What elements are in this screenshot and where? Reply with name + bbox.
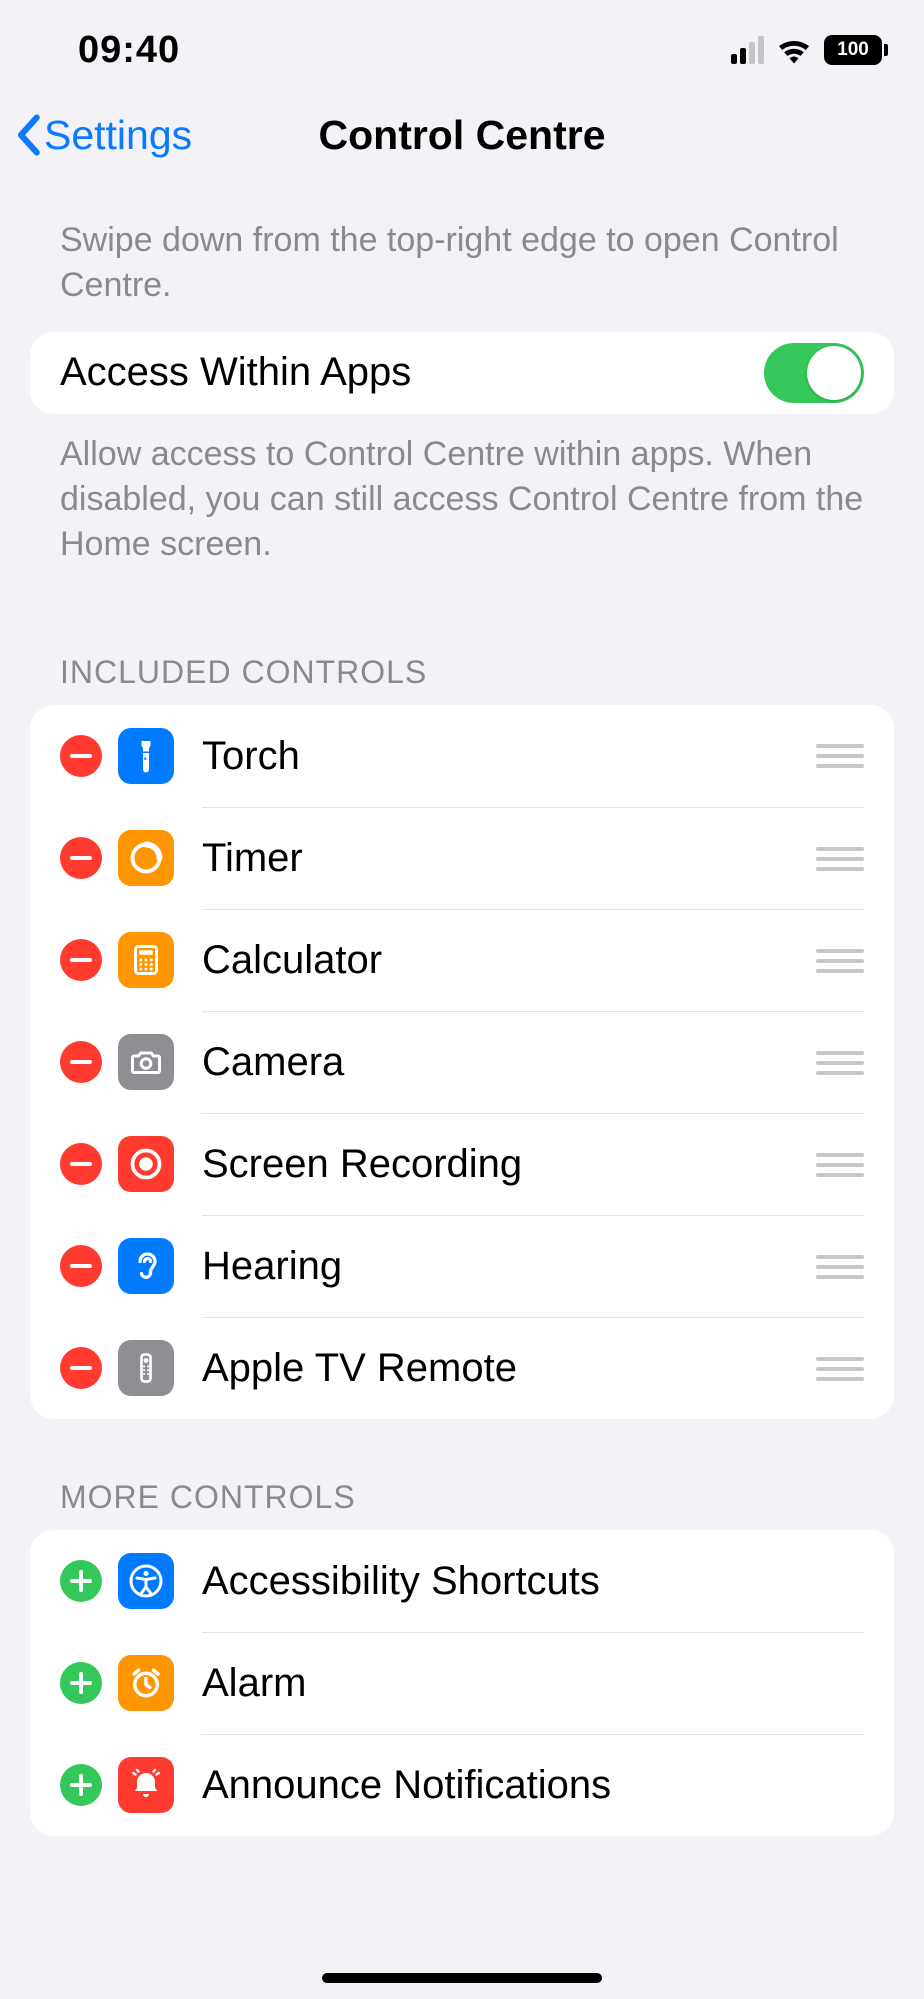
more-list: Accessibility Shortcuts Alarm Announce N… xyxy=(30,1530,894,1836)
access-within-apps-row[interactable]: Access Within Apps xyxy=(30,332,894,414)
minus-icon xyxy=(70,1264,92,1268)
list-item-alarm[interactable]: Alarm xyxy=(30,1632,894,1734)
drag-handle[interactable] xyxy=(816,744,864,768)
item-label: Hearing xyxy=(202,1244,804,1289)
minus-icon xyxy=(70,1162,92,1166)
remove-button[interactable] xyxy=(60,939,102,981)
minus-icon xyxy=(70,754,92,758)
item-label: Announce Notifications xyxy=(202,1763,864,1808)
list-item-camera[interactable]: Camera xyxy=(30,1011,894,1113)
item-label: Timer xyxy=(202,836,804,881)
list-item-hearing[interactable]: Hearing xyxy=(30,1215,894,1317)
item-label: Calculator xyxy=(202,938,804,983)
status-time: 09:40 xyxy=(78,29,180,72)
accessibility-icon xyxy=(118,1553,174,1609)
access-card: Access Within Apps xyxy=(30,332,894,414)
item-label: Apple TV Remote xyxy=(202,1346,804,1391)
plus-icon xyxy=(70,1672,92,1694)
access-label: Access Within Apps xyxy=(60,350,764,395)
intro-text: Swipe down from the top-right edge to op… xyxy=(0,170,924,332)
record-icon xyxy=(118,1136,174,1192)
item-label: Screen Recording xyxy=(202,1142,804,1187)
list-item-calculator[interactable]: Calculator xyxy=(30,909,894,1011)
alarm-icon xyxy=(118,1655,174,1711)
announce-icon xyxy=(118,1757,174,1813)
calculator-icon xyxy=(118,932,174,988)
list-item-apple-tv-remote[interactable]: Apple TV Remote xyxy=(30,1317,894,1419)
nav-bar: Settings Control Centre xyxy=(0,100,924,170)
timer-icon xyxy=(118,830,174,886)
add-button[interactable] xyxy=(60,1764,102,1806)
minus-icon xyxy=(70,1060,92,1064)
more-header: More Controls xyxy=(0,1479,924,1530)
plus-icon xyxy=(70,1774,92,1796)
battery-icon: 100 xyxy=(824,35,888,65)
item-label: Accessibility Shortcuts xyxy=(202,1559,864,1604)
cellular-icon xyxy=(731,36,764,64)
ear-icon xyxy=(118,1238,174,1294)
remove-button[interactable] xyxy=(60,735,102,777)
minus-icon xyxy=(70,1366,92,1370)
included-list: Torch Timer Calculator xyxy=(30,705,894,1419)
minus-icon xyxy=(70,958,92,962)
remove-button[interactable] xyxy=(60,837,102,879)
home-indicator[interactable] xyxy=(322,1973,602,1983)
list-item-announce-notifications[interactable]: Announce Notifications xyxy=(30,1734,894,1836)
access-footer: Allow access to Control Centre within ap… xyxy=(0,414,924,567)
drag-handle[interactable] xyxy=(816,1255,864,1279)
drag-handle[interactable] xyxy=(816,949,864,973)
torch-icon xyxy=(118,728,174,784)
chevron-left-icon xyxy=(14,114,42,156)
item-label: Torch xyxy=(202,734,804,779)
remote-icon xyxy=(118,1340,174,1396)
remove-button[interactable] xyxy=(60,1347,102,1389)
status-bar: 09:40 100 xyxy=(0,0,924,100)
minus-icon xyxy=(70,856,92,860)
add-button[interactable] xyxy=(60,1560,102,1602)
list-item-screen-recording[interactable]: Screen Recording xyxy=(30,1113,894,1215)
item-label: Alarm xyxy=(202,1661,864,1706)
camera-icon xyxy=(118,1034,174,1090)
back-button[interactable]: Settings xyxy=(0,112,192,159)
list-item-torch[interactable]: Torch xyxy=(30,705,894,807)
list-item-accessibility-shortcuts[interactable]: Accessibility Shortcuts xyxy=(30,1530,894,1632)
included-header: Included Controls xyxy=(0,654,924,705)
remove-button[interactable] xyxy=(60,1245,102,1287)
drag-handle[interactable] xyxy=(816,1153,864,1177)
item-label: Camera xyxy=(202,1040,804,1085)
drag-handle[interactable] xyxy=(816,1357,864,1381)
remove-button[interactable] xyxy=(60,1041,102,1083)
plus-icon xyxy=(70,1570,92,1592)
back-label: Settings xyxy=(44,112,192,159)
wifi-icon xyxy=(776,36,812,64)
add-button[interactable] xyxy=(60,1662,102,1704)
drag-handle[interactable] xyxy=(816,1051,864,1075)
status-indicators: 100 xyxy=(731,35,888,65)
battery-level: 100 xyxy=(824,35,882,65)
drag-handle[interactable] xyxy=(816,847,864,871)
access-toggle[interactable] xyxy=(764,343,864,403)
list-item-timer[interactable]: Timer xyxy=(30,807,894,909)
remove-button[interactable] xyxy=(60,1143,102,1185)
